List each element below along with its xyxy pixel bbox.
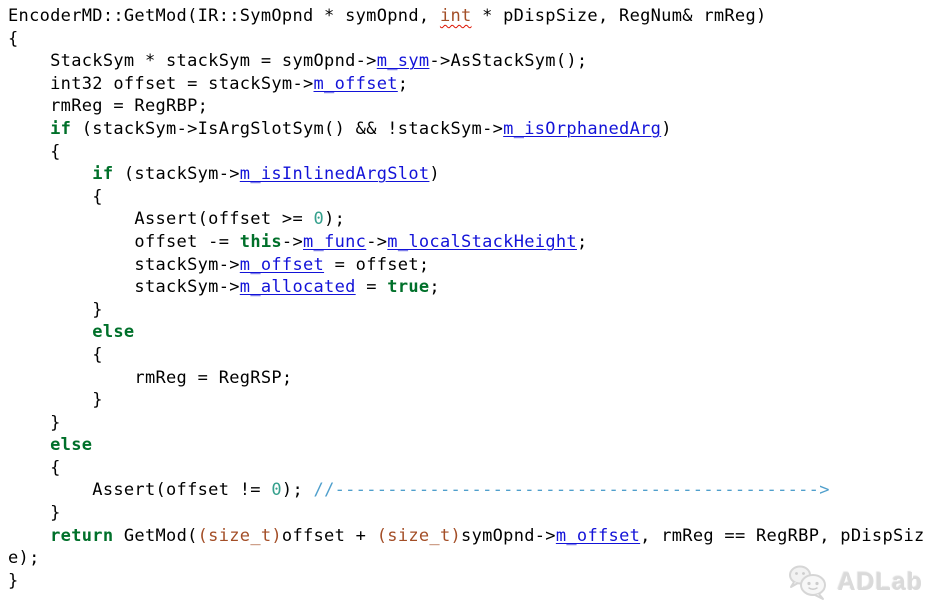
code-line: if (stackSym->m_isInlinedArgSlot) (8, 163, 925, 186)
code-line: return GetMod((size_t)offset + (size_t)s… (8, 525, 925, 548)
code-line: if (stackSym->IsArgSlotSym() && !stackSy… (8, 118, 925, 141)
code-line: Assert(offset != 0); //-----------------… (8, 479, 925, 502)
wechat-bubbles-icon (786, 563, 830, 601)
code-line: StackSym * stackSym = symOpnd->m_sym->As… (8, 50, 925, 73)
code-line: { (8, 141, 925, 164)
code-line: Assert(offset >= 0); (8, 208, 925, 231)
code-line: } (8, 299, 925, 322)
code-line: offset -= this->m_func->m_localStackHeig… (8, 231, 925, 254)
code-line: rmReg = RegRSP; (8, 367, 925, 390)
code-line: stackSym->m_allocated = true; (8, 276, 925, 299)
code-line: } (8, 502, 925, 525)
code-line: int32 offset = stackSym->m_offset; (8, 73, 925, 96)
code-line: { (8, 457, 925, 480)
code-line: EncoderMD::GetMod(IR::SymOpnd * symOpnd,… (8, 5, 925, 28)
code-line: rmReg = RegRBP; (8, 95, 925, 118)
code-screenshot: EncoderMD::GetMod(IR::SymOpnd * symOpnd,… (0, 0, 943, 615)
code-editor: EncoderMD::GetMod(IR::SymOpnd * symOpnd,… (8, 5, 925, 592)
code-line: { (8, 344, 925, 367)
code-line: { (8, 28, 925, 51)
code-line: else (8, 434, 925, 457)
code-line: { (8, 186, 925, 209)
code-line: else (8, 321, 925, 344)
code-line: } (8, 389, 925, 412)
code-line: stackSym->m_offset = offset; (8, 254, 925, 277)
watermark-label: ADLab (837, 568, 923, 597)
watermark: ADLab (786, 563, 923, 601)
code-line: } (8, 412, 925, 435)
